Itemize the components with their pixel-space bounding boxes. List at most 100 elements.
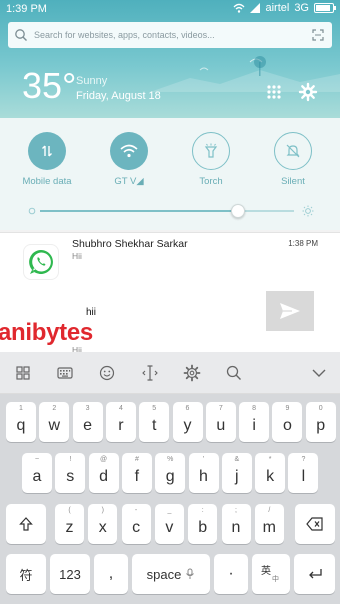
key-z[interactable]: (z [55, 504, 84, 544]
brightness-knob[interactable] [231, 204, 246, 218]
enter-key[interactable] [294, 554, 335, 594]
key-hint: 4 [118, 405, 123, 412]
period-key[interactable]: · [214, 554, 248, 594]
apps-grid-icon[interactable] [266, 84, 282, 100]
toggle-mobile-data[interactable]: Mobile data [7, 132, 87, 187]
key-letter: g [165, 468, 175, 485]
key-letter: r [118, 417, 124, 434]
search-icon[interactable] [225, 364, 243, 382]
toggle-torch[interactable]: Torch [171, 132, 251, 187]
key-letter: s [66, 468, 75, 485]
enter-icon [308, 569, 322, 579]
settings-gear-icon[interactable] [298, 82, 318, 102]
key-letter: a [32, 468, 42, 485]
key-g[interactable]: % g [155, 453, 186, 493]
wifi-icon [110, 132, 148, 170]
key-letter: q [16, 417, 26, 434]
key-hint: 5 [152, 405, 157, 412]
emoji-icon[interactable] [98, 364, 116, 382]
key-hint: ? [301, 456, 306, 463]
brightness-slider[interactable] [28, 204, 318, 218]
key-hint: @ [100, 456, 108, 463]
key-x[interactable]: ) x [88, 504, 118, 544]
quick-settings-panel: Mobile data GT V◢ Torch Silent [0, 118, 340, 230]
key-h[interactable]: ' h [188, 453, 219, 493]
key-e[interactable]: 3e [72, 402, 103, 442]
key-r[interactable]: 4r [105, 402, 136, 442]
key-hint: - [134, 507, 138, 514]
backspace-key[interactable] [295, 504, 335, 544]
shift-key[interactable] [6, 504, 46, 544]
scan-icon[interactable] [308, 25, 328, 45]
toggle-wifi[interactable]: GT V◢ [89, 132, 169, 187]
key-c[interactable]: -c [121, 504, 151, 544]
key-a[interactable]: ~ a [22, 453, 52, 493]
search-bar[interactable]: Search for websites, apps, contacts, vid… [8, 22, 332, 48]
key-hint: 3 [85, 405, 90, 412]
key-hint: # [134, 456, 139, 463]
key-t[interactable]: 5t [139, 402, 170, 442]
key-n[interactable]: ; n [221, 504, 251, 544]
key-f[interactable]: # f [121, 453, 152, 493]
key-letter: v [165, 519, 174, 536]
status-bar: 1:39 PM airtel 3G [0, 0, 340, 18]
notification-sender: Shubhro Shekhar Sarkar [72, 238, 188, 250]
send-button[interactable] [266, 291, 314, 331]
key-d[interactable]: @ d [88, 453, 119, 493]
reply-input-text[interactable]: hii [86, 307, 96, 318]
key-letter: u [216, 417, 226, 434]
key-hint: 6 [185, 405, 190, 412]
grid-icon[interactable] [14, 364, 32, 382]
key-letter: p [316, 417, 326, 434]
key-u[interactable]: 7u [205, 402, 236, 442]
key-w[interactable]: 2w [39, 402, 70, 442]
key-hint: ~ [34, 456, 40, 463]
key-k[interactable]: * k [255, 453, 286, 493]
carrier-name: airtel [265, 2, 290, 14]
key-hint: 0 [318, 405, 323, 412]
key-letter: k [266, 468, 275, 485]
key-s[interactable]: ! s [55, 453, 86, 493]
key-o[interactable]: 9o [272, 402, 303, 442]
key-hint: ! [69, 456, 72, 463]
collapse-icon[interactable] [310, 364, 328, 382]
key-letter: i [252, 417, 256, 434]
cursor-icon[interactable] [141, 364, 159, 382]
whatsapp-notification[interactable]: Shubhro Shekhar Sarkar 1:38 PM Hii hii a… [0, 232, 340, 355]
space-key[interactable]: space [132, 554, 210, 594]
send-icon [280, 303, 300, 319]
key-letter: d [99, 468, 109, 485]
key-q[interactable]: 1q [6, 402, 36, 442]
settings-icon[interactable] [183, 364, 201, 382]
key-i[interactable]: 8i [239, 402, 270, 442]
key-l[interactable]: ? l [288, 453, 319, 493]
language-key-primary: 英 [261, 566, 271, 577]
key-j[interactable]: & j [221, 453, 252, 493]
status-time: 1:39 PM [6, 3, 47, 15]
key-hint: & [234, 456, 240, 463]
key-hint: / [268, 507, 271, 514]
key-hint: ( [68, 507, 71, 514]
toggle-label: Mobile data [22, 176, 72, 187]
language-key-secondary: 中 [272, 576, 279, 583]
keyboard-toolbar [0, 352, 340, 394]
key-m[interactable]: / m [254, 504, 284, 544]
key-letter: n [231, 519, 241, 536]
toggle-silent[interactable]: Silent [253, 132, 333, 187]
network-type: 3G [294, 2, 309, 14]
key-v[interactable]: _ v [154, 504, 184, 544]
key-y[interactable]: 6y [172, 402, 203, 442]
watermark-brand: anibytes [0, 319, 93, 346]
key-hint: _ [167, 507, 172, 514]
keyboard-icon[interactable] [56, 364, 74, 382]
notification-message: Hii [72, 251, 82, 261]
key-hint: ) [101, 507, 104, 514]
symbol-key[interactable]: 符 [6, 554, 46, 594]
key-p[interactable]: 0p [305, 402, 336, 442]
numbers-key[interactable]: 123 [50, 554, 90, 594]
microphone-icon [186, 568, 195, 579]
key-b[interactable]: :b [188, 504, 218, 544]
comma-key[interactable]: , [94, 554, 128, 594]
brightness-high-icon [302, 205, 314, 217]
language-key[interactable]: 英 中 [252, 554, 290, 594]
